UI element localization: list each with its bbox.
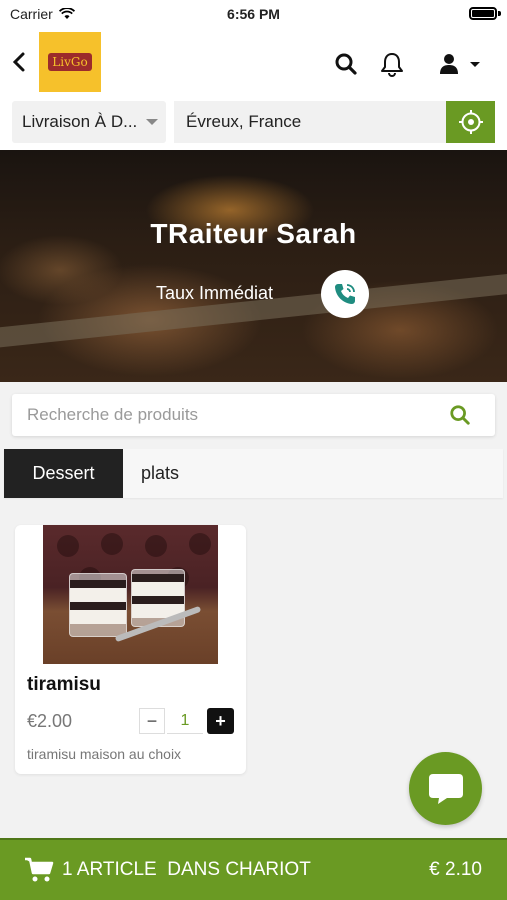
caret-down-icon <box>470 62 480 67</box>
delivery-mode-select[interactable]: Livraison À D... <box>12 101 166 143</box>
product-card[interactable]: tiramisu €2.00 − 1 + tiramisu maison au … <box>15 525 246 774</box>
product-description: tiramisu maison au choix <box>27 746 182 762</box>
restaurant-subtitle: Taux Immédiat <box>156 283 274 303</box>
cart-bar[interactable]: 1 ARTICLE DANS CHARIOT € 2.10 <box>0 838 507 900</box>
cart-summary: 1 ARTICLE DANS CHARIOT <box>62 859 311 880</box>
logo-text: LivGo <box>48 53 92 71</box>
status-bar: Carrier 6:56 PM <box>0 0 507 28</box>
header-search-button[interactable] <box>332 50 360 78</box>
call-button[interactable] <box>321 270 369 318</box>
chat-bubble-icon <box>428 773 463 804</box>
back-button[interactable] <box>8 48 32 76</box>
delivery-mode-label: Livraison À D... <box>22 112 138 131</box>
cart-total: € 2.10 <box>429 859 482 880</box>
cart-icon <box>25 857 54 882</box>
search-icon <box>335 53 357 75</box>
quantity-increment-button[interactable]: + <box>207 708 234 734</box>
user-icon <box>440 54 458 74</box>
delivery-row: Livraison À D... Évreux, France <box>0 98 507 150</box>
product-search-input[interactable] <box>27 394 427 436</box>
notifications-button[interactable] <box>378 50 406 78</box>
quantity-decrement-button[interactable]: − <box>139 708 165 734</box>
app-header: LivGo <box>0 28 507 98</box>
product-search-box <box>12 394 495 436</box>
crosshair-icon <box>458 110 483 134</box>
category-tabs: Dessert plats <box>4 449 503 498</box>
restaurant-banner: TRaiteur Sarah Taux Immédiat <box>0 150 507 382</box>
bell-icon <box>381 53 403 77</box>
locate-button[interactable] <box>446 101 495 143</box>
quantity-value[interactable]: 1 <box>167 708 203 734</box>
address-text: Évreux, France <box>186 112 302 131</box>
tab-dessert[interactable]: Dessert <box>4 449 123 498</box>
dropdown-caret-icon <box>146 119 158 125</box>
phone-icon <box>335 284 355 304</box>
clock: 6:56 PM <box>227 6 280 22</box>
battery-tip <box>498 11 501 16</box>
account-menu[interactable] <box>434 50 486 78</box>
product-name: tiramisu <box>27 674 101 695</box>
product-price: €2.00 <box>27 711 73 731</box>
search-icon[interactable] <box>449 404 471 426</box>
address-field[interactable]: Évreux, France <box>174 101 446 143</box>
restaurant-name: TRaiteur Sarah <box>150 218 357 249</box>
app-logo[interactable]: LivGo <box>39 32 101 92</box>
battery-icon <box>469 7 497 20</box>
chat-button[interactable] <box>409 752 482 825</box>
product-image <box>43 525 218 664</box>
tab-plats[interactable]: plats <box>123 449 203 498</box>
back-icon <box>12 52 25 72</box>
